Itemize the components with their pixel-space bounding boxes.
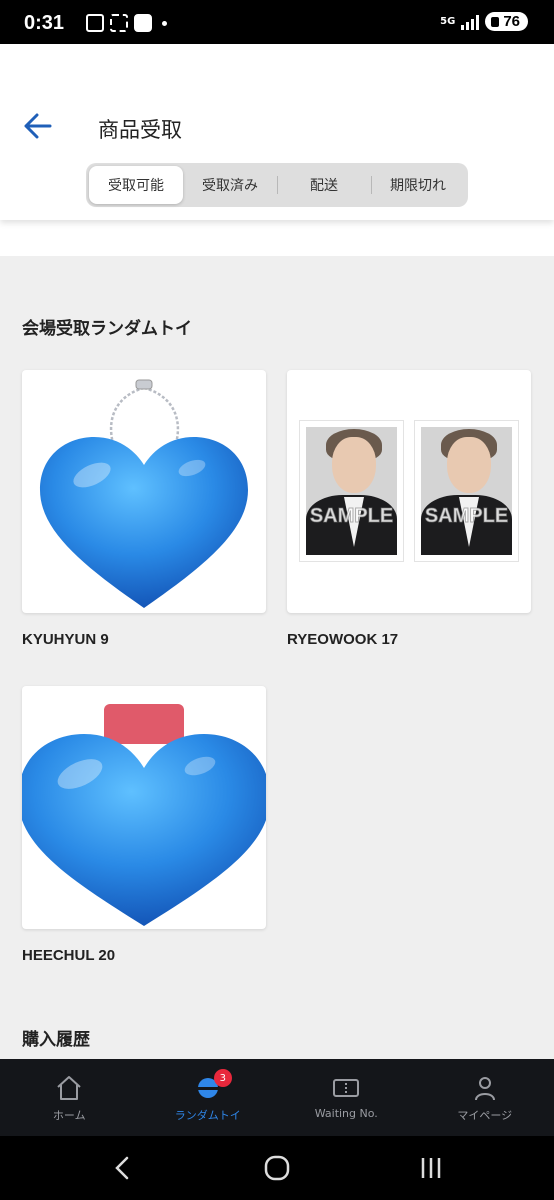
battery-indicator: 76 bbox=[485, 12, 528, 31]
item-label: KYUHYUN 9 bbox=[22, 631, 109, 648]
photo-cards-image: SAMPLE SAMPLE bbox=[299, 420, 519, 562]
system-navigation-bar bbox=[0, 1136, 554, 1200]
system-back-button[interactable] bbox=[108, 1154, 138, 1182]
back-arrow-icon bbox=[24, 113, 52, 139]
tab-received[interactable]: 受取済み bbox=[183, 166, 277, 204]
parking-app-icon bbox=[134, 14, 152, 32]
nav-item-my-page[interactable]: マイページ bbox=[416, 1059, 554, 1136]
nav-item-random-toy[interactable]: 3 ランダムトイ bbox=[139, 1059, 278, 1136]
person-icon bbox=[474, 1077, 495, 1101]
heart-keychain-image bbox=[22, 704, 266, 926]
previous-card-edge bbox=[0, 220, 554, 256]
home-circle-icon bbox=[264, 1155, 290, 1181]
nav-label: ランダムトイ bbox=[174, 1109, 241, 1122]
page-title: 商品受取 bbox=[98, 118, 182, 142]
photo-card: SAMPLE bbox=[414, 420, 519, 562]
keychain-clasp bbox=[135, 379, 153, 390]
status-time: 0:31 bbox=[24, 12, 65, 34]
item-card-ryeowook[interactable]: SAMPLE SAMPLE RYEOWOOK 17 bbox=[287, 370, 531, 648]
more-notifications-icon bbox=[162, 20, 167, 26]
bottom-navigation: ホーム 3 ランダムトイ Waiting No. マイページ bbox=[0, 1059, 554, 1136]
tab-available[interactable]: 受取可能 bbox=[89, 166, 183, 204]
tab-delivery[interactable]: 配送 bbox=[277, 166, 371, 204]
item-card-heechul[interactable]: HEECHUL 20 bbox=[22, 686, 266, 964]
item-image bbox=[22, 686, 266, 929]
item-label: RYEOWOOK 17 bbox=[287, 631, 399, 648]
item-card-kyuhyun[interactable]: KYUHYUN 9 bbox=[22, 370, 266, 648]
tab-expired[interactable]: 期限切れ bbox=[371, 166, 465, 204]
status-system-icons: 5G 76 bbox=[440, 12, 528, 31]
network-type: 5G bbox=[440, 15, 456, 27]
photo-card: SAMPLE bbox=[299, 420, 404, 562]
nav-label: Waiting No. bbox=[314, 1107, 378, 1120]
system-recents-button[interactable] bbox=[416, 1154, 446, 1182]
screenshot-icon bbox=[110, 14, 128, 32]
app-header: 商品受取 受取可能 受取済み 配送 期限切れ bbox=[0, 44, 554, 220]
notification-badge: 3 bbox=[213, 1069, 232, 1087]
segmented-tabs: 受取可能 受取済み 配送 期限切れ bbox=[86, 163, 468, 207]
item-image: SAMPLE SAMPLE bbox=[287, 370, 531, 613]
status-bar: 0:31 5G 76 bbox=[0, 0, 554, 44]
system-home-button[interactable] bbox=[262, 1154, 292, 1182]
nav-label: マイページ bbox=[457, 1109, 513, 1122]
chevron-left-icon bbox=[115, 1156, 129, 1180]
section-title-purchase-history: 購入履歴 bbox=[22, 1030, 90, 1050]
recents-icon bbox=[421, 1158, 441, 1178]
status-notification-icons bbox=[86, 14, 167, 32]
nav-item-home[interactable]: ホーム bbox=[0, 1059, 139, 1136]
sample-watermark: SAMPLE bbox=[309, 505, 394, 528]
calendar-icon bbox=[86, 14, 104, 32]
back-button[interactable] bbox=[22, 112, 54, 140]
item-label: HEECHUL 20 bbox=[22, 947, 116, 964]
nav-item-waiting-number[interactable]: Waiting No. bbox=[277, 1059, 416, 1136]
item-image bbox=[22, 370, 266, 613]
heart-keychain-image bbox=[40, 379, 248, 608]
home-icon bbox=[57, 1076, 81, 1100]
nav-label: ホーム bbox=[52, 1109, 86, 1122]
sample-watermark: SAMPLE bbox=[424, 505, 509, 528]
ticket-icon bbox=[333, 1079, 360, 1097]
strap-tag bbox=[104, 704, 184, 744]
signal-icon bbox=[461, 14, 480, 30]
section-title-venue-toys: 会場受取ランダムトイ bbox=[22, 319, 192, 339]
